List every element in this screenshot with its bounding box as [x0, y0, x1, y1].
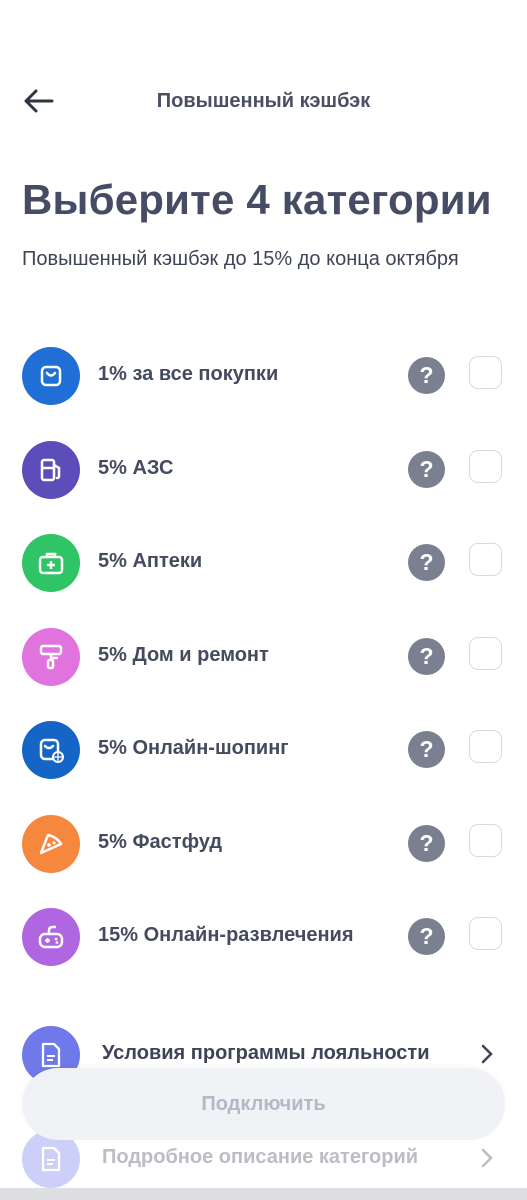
category-label: 15% Онлайн-развлечения	[98, 924, 354, 946]
header: Повышенный кэшбэк	[0, 78, 527, 124]
help-button[interactable]: ?	[408, 824, 445, 862]
category-checkbox[interactable]	[469, 636, 502, 670]
help-button[interactable]: ?	[408, 544, 445, 581]
help-button[interactable]: ?	[408, 357, 445, 394]
category-checkbox[interactable]	[469, 730, 502, 763]
category-checkbox[interactable]	[469, 543, 502, 576]
chevron-right-icon	[481, 1044, 493, 1064]
category-row[interactable]: 5% Дом и ремонт ?	[0, 626, 527, 720]
pizza-slice-icon	[22, 814, 80, 873]
help-button[interactable]: ?	[408, 450, 445, 488]
system-nav-bar	[0, 1188, 527, 1200]
link-label: Условия программы лояльности	[102, 1042, 430, 1064]
help-button[interactable]: ?	[408, 918, 445, 955]
category-row[interactable]: 5% Фастфуд ?	[0, 813, 527, 907]
category-label: 5% Онлайн-шопинг	[98, 737, 289, 759]
category-label: 5% Фастфуд	[98, 830, 223, 853]
first-aid-kit-icon	[22, 534, 80, 592]
category-label: 5% Аптеки	[98, 550, 203, 572]
help-button[interactable]: ?	[408, 731, 445, 768]
paint-roller-icon	[22, 627, 80, 686]
category-checkbox[interactable]	[469, 449, 502, 483]
category-label: 5% Дом и ремонт	[98, 643, 269, 666]
page-subtitle: Повышенный кэшбэк до 15% до конца октябр…	[22, 248, 459, 270]
category-checkbox[interactable]	[469, 823, 502, 857]
category-checkbox[interactable]	[469, 917, 502, 950]
connect-button[interactable]: Подключить	[22, 1068, 505, 1140]
fuel-pump-icon	[22, 440, 80, 499]
link-label: Подробное описание категорий	[102, 1146, 419, 1168]
help-button[interactable]: ?	[408, 637, 445, 675]
chevron-right-icon	[481, 1148, 493, 1168]
category-checkbox[interactable]	[469, 356, 502, 389]
gamepad-icon	[22, 908, 80, 966]
category-label: 1% за все покупки	[98, 363, 279, 385]
category-list: 1% за все покупки ? 5% АЗС ? 5% Аптеки ?…	[0, 345, 527, 1000]
category-row[interactable]: 1% за все покупки ?	[0, 345, 527, 439]
page-title: Выберите 4 категории	[22, 176, 492, 223]
category-row[interactable]: 5% Онлайн-шопинг ?	[0, 719, 527, 813]
category-row[interactable]: 15% Онлайн-развлечения ?	[0, 906, 527, 1000]
shopping-bag-icon	[22, 347, 80, 405]
online-shopping-icon	[22, 721, 80, 779]
category-row[interactable]: 5% Аптеки ?	[0, 532, 527, 626]
header-title: Повышенный кэшбэк	[156, 90, 371, 112]
category-label: 5% АЗС	[98, 456, 174, 479]
category-row[interactable]: 5% АЗС ?	[0, 439, 527, 533]
